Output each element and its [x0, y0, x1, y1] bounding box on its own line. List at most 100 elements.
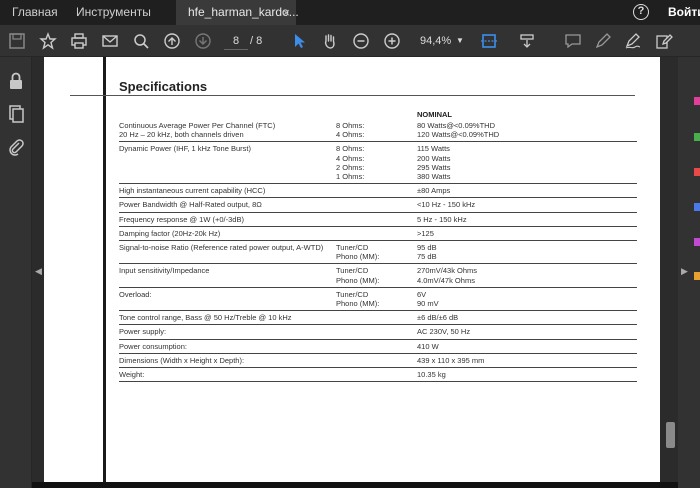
spec-condition: Tuner/CD Phono (MM):: [336, 266, 406, 284]
spec-line: Frequency response @ 1W (+0/-3dB): [119, 214, 244, 224]
row-divider: [119, 141, 637, 143]
print-icon[interactable]: [68, 30, 90, 52]
row-divider: [119, 310, 637, 312]
spec-row: Tone control range, Bass @ 50 Hz/Treble …: [119, 313, 639, 322]
spec-line: 2 Ohms:: [336, 162, 365, 172]
tool-color-marker[interactable]: [694, 272, 700, 280]
spec-line: Tuner/CD: [336, 266, 369, 276]
row-divider: [119, 240, 637, 241]
spec-label: Input sensitivity/Impedance: [119, 266, 329, 275]
edit-document-icon[interactable]: [653, 30, 675, 52]
spec-label: Dimensions (Width x Height x Depth):: [119, 356, 329, 365]
attachment-icon[interactable]: [6, 137, 26, 157]
spec-row: Power consumption: 410 W: [119, 342, 639, 351]
spec-row: Continuous Average Power Per Channel (FT…: [119, 121, 639, 139]
row-divider: [119, 338, 637, 340]
pen-icon[interactable]: [592, 30, 614, 52]
collapse-left-panel-icon[interactable]: ◀: [35, 266, 42, 277]
zoom-select[interactable]: 94,4% ▼: [420, 32, 466, 50]
save-icon[interactable]: [6, 30, 28, 52]
spec-row: Power Bandwidth @ Half-Rated output, 8Ω <…: [119, 200, 639, 209]
tool-color-marker[interactable]: [694, 168, 700, 176]
row-divider: [119, 381, 637, 383]
lock-icon[interactable]: [6, 71, 26, 91]
spec-line: 10.35 kg: [417, 370, 446, 379]
spec-line: Phono (MM):: [336, 252, 380, 262]
scrollbar-thumb[interactable]: [666, 422, 675, 448]
title-divider: [70, 95, 635, 96]
spec-value: 6V 90 mV: [417, 290, 537, 308]
row-divider: [119, 263, 637, 265]
spec-label: Power consumption:: [119, 342, 329, 351]
tool-color-marker[interactable]: [694, 97, 700, 105]
spec-value: AC 230V, 50 Hz: [417, 327, 537, 336]
row-divider: [119, 225, 637, 227]
spec-line: 20 Hz – 20 kHz, both channels driven: [119, 130, 244, 140]
page-up-icon[interactable]: [161, 30, 183, 52]
zoom-out-icon[interactable]: [350, 30, 372, 52]
spec-line: 90 mV: [417, 299, 439, 308]
spec-value: ±80 Amps: [417, 186, 537, 195]
document-page: Specifications NOMINAL Continuous Averag…: [44, 57, 660, 488]
fit-page-icon[interactable]: [478, 30, 500, 52]
tool-color-marker[interactable]: [694, 238, 700, 246]
spec-line: Signal-to-noise Ratio (Reference rated p…: [119, 243, 324, 252]
tab-tools[interactable]: Инструменты: [64, 0, 163, 25]
spec-row: Frequency response @ 1W (+0/-3dB) 5 Hz - …: [119, 215, 639, 224]
hand-icon[interactable]: [319, 30, 341, 52]
spec-line: 200 Watts: [417, 153, 451, 163]
expand-right-panel-icon[interactable]: ▶: [681, 266, 688, 277]
tool-color-marker[interactable]: [694, 133, 700, 141]
help-icon[interactable]: ?: [633, 4, 649, 20]
spec-value: 270mV/43k Ohms 4.0mV/47k Ohms: [417, 266, 537, 284]
spec-line: Power consumption:: [119, 341, 187, 351]
row-divider: [119, 352, 637, 354]
spec-value: 10.35 kg: [417, 370, 537, 379]
select-cursor-icon[interactable]: [288, 30, 310, 52]
star-icon[interactable]: [37, 30, 59, 52]
spec-line: Input sensitivity/Impedance: [119, 266, 210, 276]
toolbar: 8 / 8 94,4% ▼: [0, 25, 700, 57]
zoom-in-icon[interactable]: [381, 30, 403, 52]
spec-row: Signal-to-noise Ratio (Reference rated p…: [119, 243, 639, 261]
spec-line: High instantaneous current capability (H…: [119, 186, 266, 196]
spec-line: 4 Ohms:: [336, 130, 365, 140]
mail-icon[interactable]: [99, 30, 121, 52]
spec-value: >125: [417, 229, 537, 238]
comment-icon[interactable]: [562, 30, 584, 52]
page-down-icon[interactable]: [192, 30, 214, 52]
page-number-input[interactable]: 8: [224, 32, 248, 50]
search-icon[interactable]: [130, 30, 152, 52]
tool-color-marker[interactable]: [694, 203, 700, 211]
spec-line: Continuous Average Power Per Channel (FT…: [119, 121, 276, 130]
spec-label: Continuous Average Power Per Channel (FT…: [119, 121, 329, 139]
spec-value: 115 Watts 200 Watts 295 Watts 380 Watts: [417, 144, 537, 181]
tab-document[interactable]: hfe_harman_kardo... ×: [176, 0, 299, 25]
spec-line: 4.0mV/47k Ohms: [417, 275, 475, 285]
spec-row: Dynamic Power (IHF, 1 kHz Tone Burst) 8 O…: [119, 144, 639, 181]
spec-line: 295 Watts: [417, 162, 451, 172]
bottom-bar: [32, 482, 678, 488]
spec-value: 95 dB 75 dB: [417, 243, 537, 261]
spec-line: 8 Ohms:: [336, 121, 365, 130]
login-button[interactable]: Войти: [668, 0, 700, 25]
close-tab-icon[interactable]: ×: [282, 0, 290, 25]
pages-icon[interactable]: [6, 104, 26, 124]
spec-value: 439 x 110 x 395 mm: [417, 356, 537, 365]
chevron-down-icon: ▼: [456, 36, 464, 45]
spec-line: Overload:: [119, 289, 152, 299]
spec-line: <10 Hz - 150 kHz: [417, 200, 476, 210]
spec-label: Overload:: [119, 290, 329, 299]
row-divider: [119, 286, 637, 288]
spec-value: 80 Watts@<0.09%THD 120 Watts@<0.09%THD: [417, 121, 537, 139]
left-sidebar: [0, 57, 32, 488]
scroll-mode-icon[interactable]: [516, 30, 538, 52]
row-divider: [119, 324, 637, 326]
spec-line: Phono (MM):: [336, 299, 380, 308]
spec-line: Damping factor (20Hz-20k Hz): [119, 228, 221, 238]
page-total: / 8: [250, 35, 263, 47]
spec-value: ±6 dB/±6 dB: [417, 313, 537, 322]
spec-line: Dimensions (Width x Height x Depth):: [119, 355, 245, 365]
sign-icon[interactable]: [622, 30, 644, 52]
tab-home[interactable]: Главная: [0, 0, 70, 25]
